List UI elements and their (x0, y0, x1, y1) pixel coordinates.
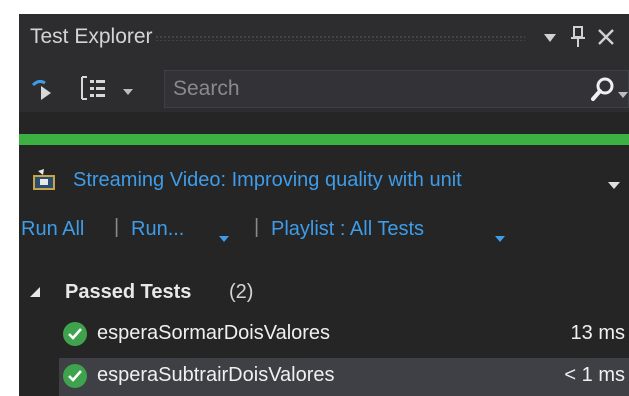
toolbar (19, 58, 629, 112)
test-progress-bar (19, 134, 629, 145)
search-input[interactable] (165, 71, 585, 107)
test-name: esperaSubtrairDoisValores (97, 364, 335, 386)
test-duration: 13 ms (570, 322, 625, 344)
test-progress-fill (19, 134, 629, 145)
test-row[interactable]: esperaSubtrairDoisValores < 1 ms (59, 358, 629, 396)
run-dropdown-icon[interactable] (218, 226, 230, 249)
pin-icon[interactable] (570, 25, 586, 54)
test-explorer-window: Test Explorer Search Streaming Video: Im… (19, 14, 629, 396)
project-icon (31, 167, 59, 198)
chevron-down-icon[interactable] (122, 83, 134, 101)
group-label: Passed Tests (65, 281, 192, 303)
dropdown-arrow-icon[interactable] (543, 30, 557, 48)
title-bar: Test Explorer (19, 14, 629, 58)
group-by-icon[interactable] (79, 74, 109, 107)
group-count: (2) (229, 281, 254, 303)
test-name: esperaSormarDoisValores (97, 322, 331, 344)
test-duration: < 1 ms (564, 364, 625, 386)
playlist-dropdown-icon[interactable] (607, 177, 621, 195)
passed-tests-group[interactable]: Passed Tests (2) (19, 276, 629, 310)
close-icon[interactable] (597, 28, 615, 51)
playlist-name[interactable]: Streaming Video: Improving quality with … (73, 169, 462, 192)
search-options-icon[interactable] (618, 86, 628, 104)
separator: | (254, 216, 260, 238)
passed-check-icon (63, 322, 87, 346)
separator: | (114, 216, 120, 238)
search-box[interactable] (164, 70, 629, 108)
run-settings-icon[interactable] (29, 75, 55, 106)
window-title: Test Explorer (30, 25, 153, 48)
playlist-filter-dropdown-icon[interactable] (494, 226, 506, 249)
run-all-link[interactable]: Run All (21, 218, 84, 241)
playlist-selector[interactable]: Streaming Video: Improving quality with … (19, 164, 629, 200)
playlist-filter-link[interactable]: Playlist : All Tests (271, 218, 424, 241)
passed-check-icon (63, 364, 87, 388)
command-bar: Run All | Run... | Playlist : All Tests (19, 214, 629, 250)
test-row[interactable]: esperaSormarDoisValores 13 ms (59, 316, 629, 354)
drag-grip[interactable] (155, 35, 525, 41)
collapse-triangle-icon[interactable] (29, 285, 41, 303)
search-icon[interactable] (590, 76, 616, 107)
run-link[interactable]: Run... (131, 218, 184, 241)
